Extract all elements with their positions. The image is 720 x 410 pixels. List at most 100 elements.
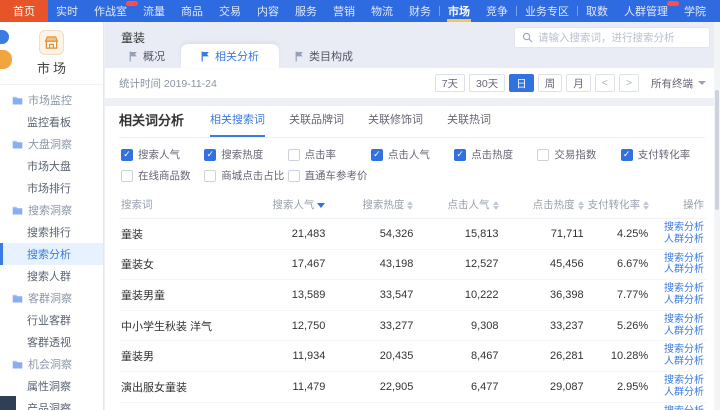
action-link-搜索分析[interactable]: 搜索分析 [652,314,704,326]
sidebar-item-搜索分析[interactable]: 搜索分析 [0,243,103,265]
nav-item-首页[interactable]: 首页 [0,0,48,22]
nav-item-流量[interactable]: 流量 [135,0,173,22]
panel-tab-关联修饰词[interactable]: 关联修饰词 [368,111,423,137]
value-cell: 11,479 [242,371,327,402]
tab-类目构成[interactable]: 类目构成 [279,44,369,68]
sidebar-group-市场监控[interactable]: 市场监控 [0,89,103,111]
tab-概况[interactable]: 概况 [113,44,181,68]
checkbox-unchecked[interactable] [288,170,300,182]
sidebar-item-市场大盘[interactable]: 市场大盘 [0,155,103,177]
sidebar-item-label: 大盘洞察 [28,136,72,152]
sidebar-group-搜索洞察[interactable]: 搜索洞察 [0,199,103,221]
sidebar-item-监控看板[interactable]: 监控看板 [0,111,103,133]
checkbox-unchecked[interactable] [121,170,133,182]
date-btn-月[interactable]: 月 [566,74,591,92]
action-link-搜索分析[interactable]: 搜索分析 [652,283,704,295]
feedback-widget[interactable] [0,396,16,410]
sidebar: 市场 市场监控监控看板大盘洞察市场大盘市场排行搜索洞察搜索排行搜索分析搜索人群客… [0,22,104,410]
nav-item-学院[interactable]: 学院 [676,0,714,22]
search-box[interactable] [514,27,710,48]
filter-搜索人气[interactable]: ✓搜索人气 [121,147,204,162]
actions-cell: 搜索分析人群分析 [650,341,706,372]
checkbox-unchecked[interactable] [537,149,549,161]
column-header-点击热度[interactable]: 点击热度 [501,191,586,219]
filter-在线商品数[interactable]: 在线商品数 [121,168,204,183]
nav-item-实时[interactable]: 实时 [48,0,86,22]
nav-item-竞争[interactable]: 竞争 [478,0,516,22]
checkbox-unchecked[interactable] [288,149,300,161]
date-btn-7天[interactable]: 7天 [435,74,465,92]
filter-搜索热度[interactable]: ✓搜索热度 [204,147,287,162]
action-link-搜索分析[interactable]: 搜索分析 [652,375,704,387]
nav-item-财务[interactable]: 财务 [401,0,439,22]
action-link-人群分析[interactable]: 人群分析 [652,295,704,307]
nav-item-作战室[interactable]: 作战室 [86,0,135,22]
checkbox-checked[interactable]: ✓ [371,149,383,161]
scrollbar-thumb[interactable] [715,90,719,210]
filter-点击人气[interactable]: ✓点击人气 [371,147,454,162]
action-link-搜索分析[interactable]: 搜索分析 [652,253,704,265]
date-btn-30天[interactable]: 30天 [469,74,505,92]
filter-支付转化率[interactable]: ✓支付转化率 [621,147,704,162]
sidebar-item-市场排行[interactable]: 市场排行 [0,177,103,199]
filter-点击率[interactable]: 点击率 [288,147,371,162]
panel-tab-关联品牌词[interactable]: 关联品牌词 [289,111,344,137]
sidebar-item-行业客群[interactable]: 行业客群 [0,309,103,331]
sidebar-item-label: 搜索人群 [27,268,71,284]
column-header-搜索人气[interactable]: 搜索人气 [242,191,327,219]
sidebar-item-客群透视[interactable]: 客群透视 [0,331,103,353]
sidebar-item-搜索排行[interactable]: 搜索排行 [0,221,103,243]
column-header-点击人气[interactable]: 点击人气 [415,191,500,219]
column-header-搜索热度[interactable]: 搜索热度 [327,191,415,219]
filter-label: 在线商品数 [138,168,191,183]
action-link-搜索分析[interactable]: 搜索分析 [652,344,704,356]
tab-相关分析[interactable]: 相关分析 [181,44,279,68]
action-link-人群分析[interactable]: 人群分析 [652,356,704,368]
panel-tab-相关搜索词[interactable]: 相关搜索词 [210,111,265,137]
filter-交易指数[interactable]: 交易指数 [537,147,620,162]
checkbox-checked[interactable]: ✓ [121,149,133,161]
filter-直通车参考价[interactable]: 直通车参考价 [288,168,371,183]
sidebar-item-属性洞察[interactable]: 属性洞察 [0,375,103,397]
nav-item-营销[interactable]: 营销 [325,0,363,22]
nav-item-商品[interactable]: 商品 [173,0,211,22]
nav-item-交易[interactable]: 交易 [211,0,249,22]
checkbox-checked[interactable]: ✓ [454,149,466,161]
filter-商城点击占比[interactable]: 商城点击占比 [204,168,287,183]
terminal-dropdown[interactable]: 所有终端 [651,76,706,91]
sidebar-item-搜索人群[interactable]: 搜索人群 [0,265,103,287]
nav-item-人群管理[interactable]: 人群管理 [616,0,676,22]
nav-item-业务专区[interactable]: 业务专区 [517,0,577,22]
date-arrow-<[interactable]: < [595,74,615,92]
value-cell: 4.25% [586,219,651,250]
panel-tab-关联热词[interactable]: 关联热词 [447,111,491,137]
value-cell: 45,456 [501,249,586,280]
action-link-人群分析[interactable]: 人群分析 [652,326,704,338]
checkbox-checked[interactable]: ✓ [204,149,216,161]
value-cell: 13,589 [242,280,327,311]
date-btn-周[interactable]: 周 [538,74,563,92]
filter-点击热度[interactable]: ✓点击热度 [454,147,537,162]
date-arrow->[interactable]: > [619,74,639,92]
checkbox-unchecked[interactable] [204,170,216,182]
actions-cell: 搜索分析人群分析 [650,310,706,341]
checkbox-checked[interactable]: ✓ [621,149,633,161]
sidebar-group-客群洞察[interactable]: 客群洞察 [0,287,103,309]
nav-item-内容[interactable]: 内容 [249,0,287,22]
nav-item-取数[interactable]: 取数 [578,0,616,22]
nav-item-服务[interactable]: 服务 [287,0,325,22]
nav-item-市场[interactable]: 市场 [440,0,478,22]
action-link-人群分析[interactable]: 人群分析 [652,234,704,246]
search-input[interactable] [538,32,702,44]
action-link-搜索分析[interactable]: 搜索分析 [652,406,704,410]
scrollbar[interactable] [714,22,720,410]
filters-row2: 在线商品数商城点击占比直通车参考价 [121,168,704,183]
action-link-人群分析[interactable]: 人群分析 [652,264,704,276]
column-header-支付转化率[interactable]: 支付转化率 [586,191,651,219]
sidebar-group-大盘洞察[interactable]: 大盘洞察 [0,133,103,155]
action-link-人群分析[interactable]: 人群分析 [652,387,704,399]
action-link-搜索分析[interactable]: 搜索分析 [652,222,704,234]
nav-item-物流[interactable]: 物流 [363,0,401,22]
date-btn-日[interactable]: 日 [509,74,534,92]
sidebar-group-机会洞察[interactable]: 机会洞察 [0,353,103,375]
